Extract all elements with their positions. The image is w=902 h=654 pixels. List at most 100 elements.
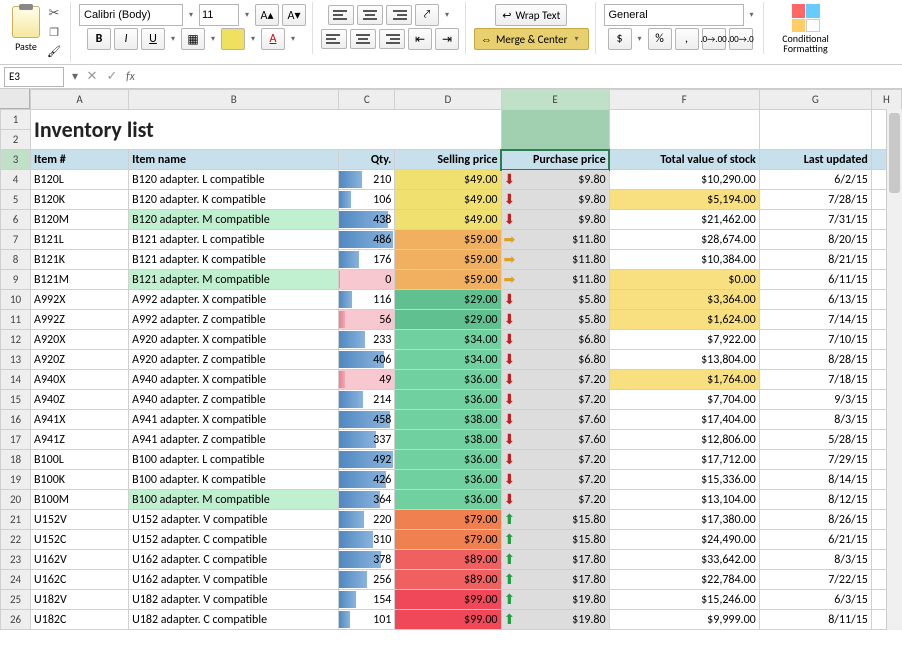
cell-selling-price[interactable]: $49.00	[395, 170, 501, 190]
italic-button[interactable]: I	[114, 28, 138, 50]
cell-last-updated[interactable]: 7/31/15	[759, 210, 871, 230]
cell-selling-price[interactable]: $79.00	[395, 530, 501, 550]
cell-item-name[interactable]: A940 adapter. X compatible	[129, 370, 339, 390]
cell-qty[interactable]: 214	[339, 390, 395, 410]
font-name-select[interactable]	[79, 4, 183, 26]
cell-item-num[interactable]: A941X	[31, 410, 129, 430]
cell-qty[interactable]: 378	[339, 550, 395, 570]
cell-selling-price[interactable]: $36.00	[395, 470, 501, 490]
cell-total-value[interactable]: $17,404.00	[609, 410, 759, 430]
cell-last-updated[interactable]: 7/10/15	[759, 330, 871, 350]
cell-qty[interactable]: 438	[339, 210, 395, 230]
header-selling-price[interactable]: Selling price	[395, 150, 501, 170]
cell-last-updated[interactable]: 6/2/15	[759, 170, 871, 190]
cell-item-num[interactable]: U182V	[31, 590, 129, 610]
cell-qty[interactable]: 210	[339, 170, 395, 190]
header-total-value[interactable]: Total value of stock	[609, 150, 759, 170]
select-all-corner[interactable]	[0, 89, 30, 109]
cell-selling-price[interactable]: $36.00	[395, 450, 501, 470]
row-header-15[interactable]: 15	[1, 390, 31, 410]
decrease-indent-button[interactable]: ⇤	[408, 28, 432, 50]
cell-item-name[interactable]: B120 adapter. M compatible	[129, 210, 339, 230]
header-last-updated[interactable]: Last updated	[759, 150, 871, 170]
increase-font-button[interactable]: A▴	[255, 4, 279, 26]
cell-purchase-price[interactable]: ⬇$5.80	[501, 290, 609, 310]
cell-last-updated[interactable]: 7/28/15	[759, 190, 871, 210]
column-header-F[interactable]: F	[609, 90, 759, 110]
row-header-26[interactable]: 26	[1, 610, 31, 630]
cell-total-value[interactable]: $33,642.00	[609, 550, 759, 570]
header-item-num[interactable]: Item #	[31, 150, 129, 170]
cell-item-num[interactable]: A992Z	[31, 310, 129, 330]
row-header-17[interactable]: 17	[1, 430, 31, 450]
cell-item-num[interactable]: A940X	[31, 370, 129, 390]
cell-item-num[interactable]: U162V	[31, 550, 129, 570]
cell-total-value[interactable]: $3,364.00	[609, 290, 759, 310]
cell-last-updated[interactable]: 8/26/15	[759, 510, 871, 530]
cell-selling-price[interactable]: $59.00	[395, 230, 501, 250]
row-header-19[interactable]: 19	[1, 470, 31, 490]
cell-qty[interactable]: 256	[339, 570, 395, 590]
currency-button[interactable]: $	[608, 28, 632, 50]
column-header-A[interactable]: A	[31, 90, 129, 110]
cell-selling-price[interactable]: $59.00	[395, 250, 501, 270]
cell-E1[interactable]	[501, 110, 609, 150]
cell-item-name[interactable]: B121 adapter. K compatible	[129, 250, 339, 270]
row-header-1[interactable]: 1	[1, 110, 31, 130]
cell-item-name[interactable]: A992 adapter. Z compatible	[129, 310, 339, 330]
cell-item-num[interactable]: A920Z	[31, 350, 129, 370]
cell-purchase-price[interactable]: ⬆$17.80	[501, 570, 609, 590]
decrease-font-button[interactable]: A▾	[282, 4, 306, 26]
cell-total-value[interactable]: $0.00	[609, 270, 759, 290]
row-header-16[interactable]: 16	[1, 410, 31, 430]
cell-purchase-price[interactable]: ⬇$7.20	[501, 370, 609, 390]
cell-last-updated[interactable]: 8/3/15	[759, 410, 871, 430]
cell-selling-price[interactable]: $29.00	[395, 290, 501, 310]
cell-purchase-price[interactable]: ⬇$7.60	[501, 410, 609, 430]
cell-qty[interactable]: 56	[339, 310, 395, 330]
cell-item-num[interactable]: U182C	[31, 610, 129, 630]
cell-purchase-price[interactable]: ⬆$15.80	[501, 530, 609, 550]
row-header-5[interactable]: 5	[1, 190, 31, 210]
align-top-button[interactable]	[328, 5, 354, 25]
font-color-button[interactable]: A	[261, 28, 285, 50]
cell-item-name[interactable]: U162 adapter. C compatible	[129, 550, 339, 570]
cell-selling-price[interactable]: $49.00	[395, 210, 501, 230]
cell-selling-price[interactable]: $38.00	[395, 410, 501, 430]
cell-last-updated[interactable]: 5/28/15	[759, 430, 871, 450]
header-purchase-price[interactable]: Purchase price	[501, 150, 609, 170]
decrease-decimal-button[interactable]: .00→.0	[729, 28, 753, 50]
column-header-C[interactable]: C	[339, 90, 395, 110]
cell-total-value[interactable]: $17,380.00	[609, 510, 759, 530]
cell-last-updated[interactable]: 8/28/15	[759, 350, 871, 370]
vertical-scrollbar[interactable]	[886, 109, 902, 630]
cell-purchase-price[interactable]: ➡$11.80	[501, 270, 609, 290]
cut-button[interactable]	[44, 4, 64, 22]
cell-item-num[interactable]: U152V	[31, 510, 129, 530]
cell-item-name[interactable]: B100 adapter. K compatible	[129, 470, 339, 490]
cell-total-value[interactable]: $5,194.00	[609, 190, 759, 210]
cell-item-name[interactable]: B121 adapter. L compatible	[129, 230, 339, 250]
cell-selling-price[interactable]: $34.00	[395, 350, 501, 370]
row-header-21[interactable]: 21	[1, 510, 31, 530]
cell-item-name[interactable]: U152 adapter. V compatible	[129, 510, 339, 530]
cell-item-name[interactable]: B120 adapter. L compatible	[129, 170, 339, 190]
conditional-formatting-button[interactable]: Conditional Formatting	[772, 4, 840, 54]
cell-item-num[interactable]: U152C	[31, 530, 129, 550]
row-header-11[interactable]: 11	[1, 310, 31, 330]
cell-purchase-price[interactable]: ⬇$6.80	[501, 350, 609, 370]
cell-purchase-price[interactable]: ⬇$7.20	[501, 450, 609, 470]
cell-item-name[interactable]: U162 adapter. V compatible	[129, 570, 339, 590]
cell-item-num[interactable]: A941Z	[31, 430, 129, 450]
cell-item-name[interactable]: U182 adapter. C compatible	[129, 610, 339, 630]
name-box[interactable]: E3	[4, 67, 64, 87]
cell-total-value[interactable]: $7,704.00	[609, 390, 759, 410]
cell-last-updated[interactable]: 8/3/15	[759, 550, 871, 570]
cell-purchase-price[interactable]: ➡$11.80	[501, 250, 609, 270]
row-header-25[interactable]: 25	[1, 590, 31, 610]
paste-button[interactable]: Paste	[10, 4, 42, 60]
column-header-D[interactable]: D	[395, 90, 501, 110]
cell-qty[interactable]: 458	[339, 410, 395, 430]
cell-item-name[interactable]: B100 adapter. L compatible	[129, 450, 339, 470]
cell-item-num[interactable]: B100M	[31, 490, 129, 510]
